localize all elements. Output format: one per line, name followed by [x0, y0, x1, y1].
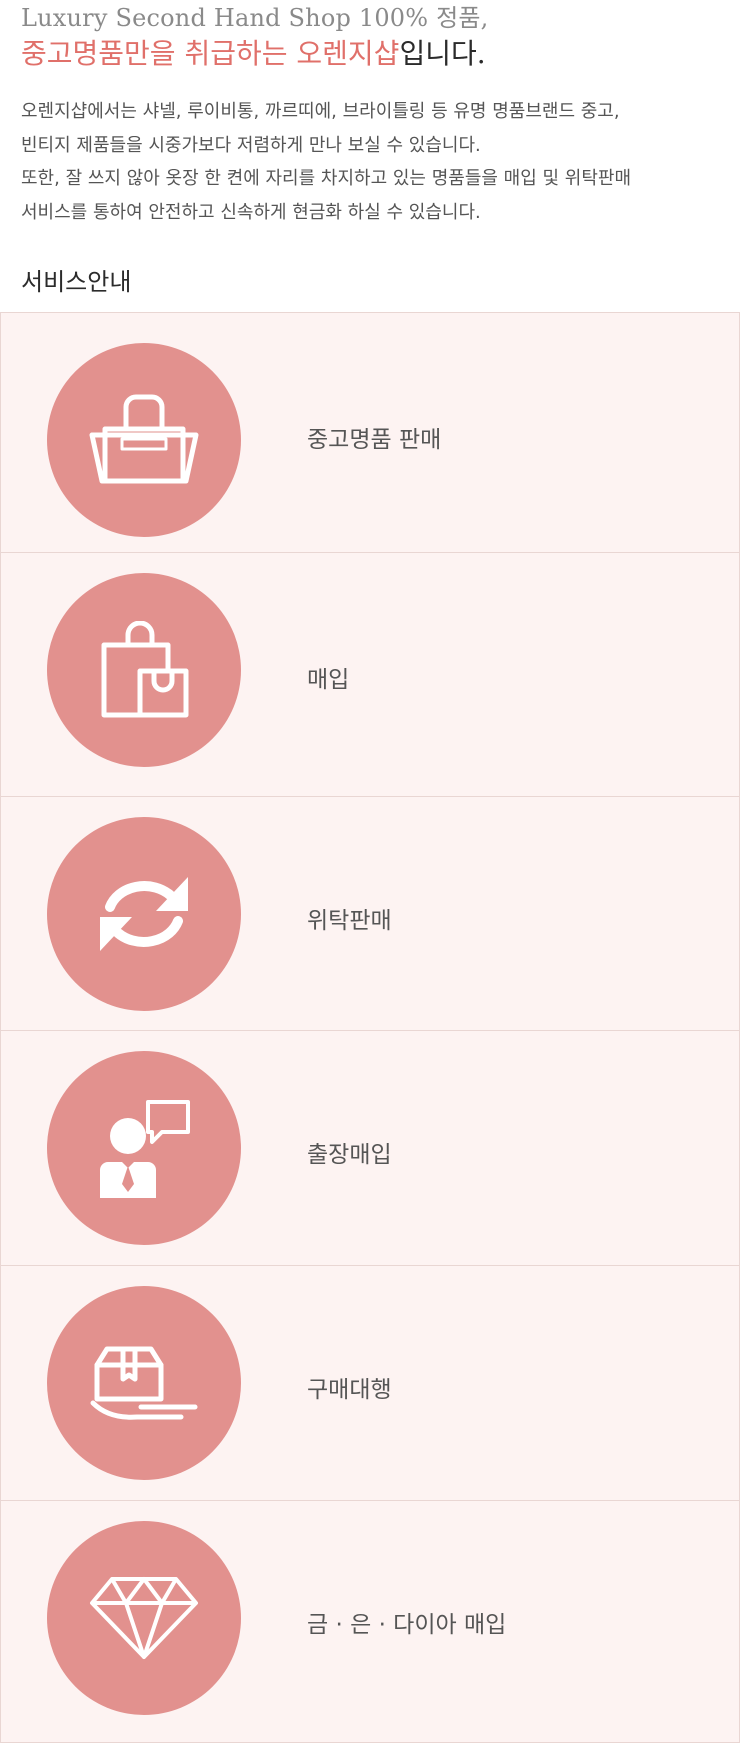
service-icon-circle	[47, 1051, 241, 1245]
refresh-icon	[100, 877, 188, 951]
intro-title-rest: 입니다.	[399, 37, 486, 70]
service-label: 중고명품 판매	[307, 427, 442, 453]
diamond-icon	[90, 1577, 198, 1659]
service-item-sale[interactable]: 중고명품 판매	[0, 313, 740, 553]
service-list: 중고명품 판매 매입 위탁판매 출장매입 구매대행 금 · 은 · 다이아 매입	[0, 312, 740, 1743]
consultant-icon	[100, 1100, 190, 1198]
intro-title-accent: 중고명품만을 취급하는 오렌지샵	[21, 37, 400, 70]
shopping-bags-icon	[101, 621, 189, 718]
service-label: 금 · 은 · 다이아 매입	[307, 1612, 507, 1638]
service-item-purchase-agent[interactable]: 구매대행	[0, 1266, 740, 1501]
service-icon-circle	[47, 1521, 241, 1715]
service-icon-circle	[47, 573, 241, 767]
intro-desc-line: 오렌지샵에서는 샤넬, 루이비통, 까르띠에, 브라이틀링 등 유명 명품브랜드…	[21, 101, 620, 122]
intro-desc-line: 서비스를 통하여 안전하고 신속하게 현금화 하실 수 있습니다.	[21, 201, 481, 223]
package-hand-icon	[90, 1346, 198, 1420]
intro-description: 오렌지샵에서는 샤넬, 루이비통, 까르띠에, 브라이틀링 등 유명 명품브랜드…	[21, 95, 721, 229]
service-label: 출장매입	[307, 1142, 392, 1168]
intro-subtitle: Luxury Second Hand Shop 100% 정품,	[21, 4, 489, 32]
service-item-purchase[interactable]: 매입	[0, 553, 740, 797]
service-icon-circle	[47, 343, 241, 537]
intro-desc-line: 빈티지 제품들을 시중가보다 저렴하게 만나 보실 수 있습니다.	[21, 134, 481, 156]
service-item-visit-purchase[interactable]: 출장매입	[0, 1031, 740, 1266]
intro-title: 중고명품만을 취급하는 오렌지샵입니다.	[21, 32, 486, 72]
service-icon-circle	[47, 1286, 241, 1480]
service-label: 구매대행	[307, 1377, 392, 1403]
service-item-gold-silver-diamond[interactable]: 금 · 은 · 다이아 매입	[0, 1501, 740, 1743]
service-icon-circle	[47, 817, 241, 1011]
service-item-consignment[interactable]: 위탁판매	[0, 797, 740, 1031]
service-label: 위탁판매	[307, 908, 392, 934]
handbag-icon	[89, 394, 199, 484]
intro-desc-line: 또한, 잘 쓰지 않아 옷장 한 켠에 자리를 차지하고 있는 명품들을 매입 …	[21, 168, 632, 189]
section-heading: 서비스안내	[21, 268, 132, 296]
service-label: 매입	[307, 667, 350, 693]
